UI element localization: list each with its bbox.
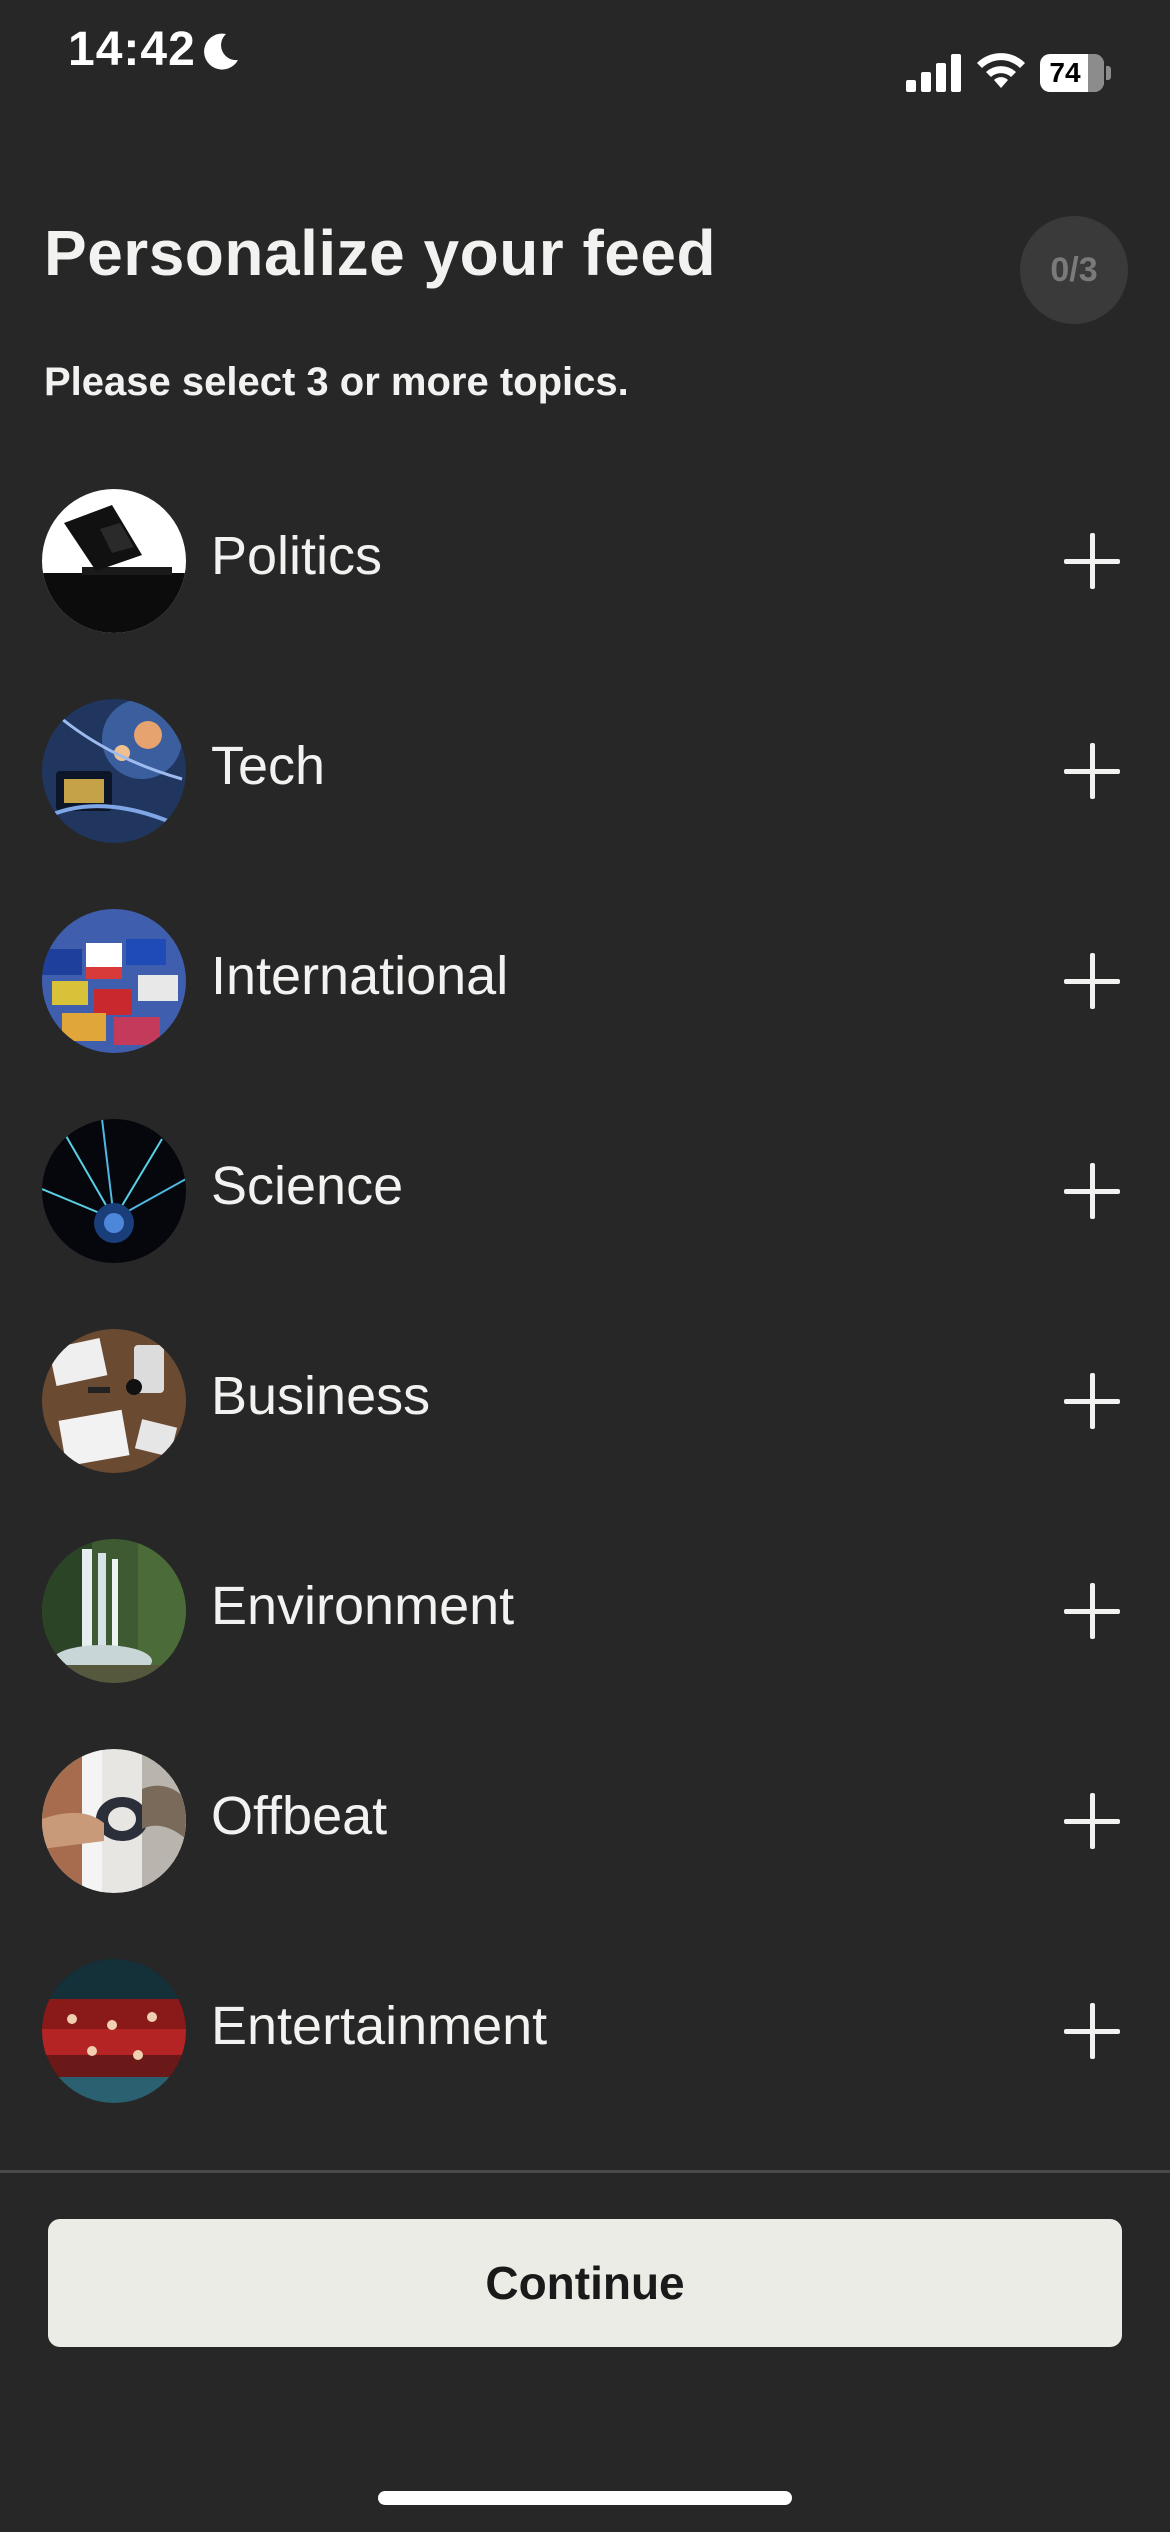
topic-item-environment[interactable]: Environment: [0, 1535, 1170, 1685]
international-thumbnail: [42, 909, 186, 1053]
plus-icon[interactable]: [1062, 531, 1122, 591]
selection-progress-badge: 0/3: [1020, 216, 1128, 324]
plus-icon[interactable]: [1062, 2001, 1122, 2061]
topic-item-politics[interactable]: Politics: [0, 485, 1170, 635]
plus-icon[interactable]: [1062, 1581, 1122, 1641]
topic-item-science[interactable]: Science: [0, 1115, 1170, 1265]
battery-empty-segment: [1088, 54, 1104, 92]
cellular-signal-icon: [906, 54, 961, 92]
status-bar: 14:42 74: [0, 0, 1170, 120]
wifi-icon: [977, 53, 1025, 88]
tech-thumbnail: [42, 699, 186, 843]
plus-icon[interactable]: [1062, 951, 1122, 1011]
politics-thumbnail: [42, 489, 186, 633]
plus-icon[interactable]: [1062, 1791, 1122, 1851]
topic-item-international[interactable]: International: [0, 905, 1170, 1055]
battery-level: 74: [1049, 57, 1081, 88]
topic-label: Environment: [211, 1576, 515, 1636]
topic-label: Science: [211, 1156, 404, 1216]
environment-thumbnail: [42, 1539, 186, 1683]
battery-body: 74: [1040, 54, 1104, 92]
topic-list[interactable]: Politics Tech International Science Busi…: [0, 485, 1170, 2170]
business-thumbnail: [42, 1329, 186, 1473]
continue-button[interactable]: Continue: [48, 2219, 1122, 2347]
plus-icon[interactable]: [1062, 1161, 1122, 1221]
status-time: 14:42: [68, 23, 196, 76]
topic-label: Business: [211, 1366, 431, 1426]
plus-icon[interactable]: [1062, 741, 1122, 801]
page-subtitle: Please select 3 or more topics.: [44, 360, 629, 404]
topic-item-entertainment[interactable]: Entertainment: [0, 1955, 1170, 2105]
topic-label: Politics: [211, 526, 383, 586]
science-thumbnail: [42, 1119, 186, 1263]
topic-label: Tech: [211, 736, 326, 796]
moon-icon: [204, 33, 238, 70]
entertainment-thumbnail: [42, 1959, 186, 2103]
topic-label: Entertainment: [211, 1996, 548, 2056]
footer: Continue: [0, 2173, 1170, 2532]
battery-icon: 74: [1040, 54, 1111, 92]
topic-item-offbeat[interactable]: Offbeat: [0, 1745, 1170, 1895]
topic-item-business[interactable]: Business: [0, 1325, 1170, 1475]
topic-label: Offbeat: [211, 1786, 388, 1846]
battery-cap: [1106, 66, 1111, 80]
topic-label: International: [211, 946, 509, 1006]
plus-icon[interactable]: [1062, 1371, 1122, 1431]
page-title: Personalize your feed: [44, 217, 717, 289]
home-indicator[interactable]: [378, 2491, 792, 2505]
topic-item-tech[interactable]: Tech: [0, 695, 1170, 845]
offbeat-thumbnail: [42, 1749, 186, 1893]
